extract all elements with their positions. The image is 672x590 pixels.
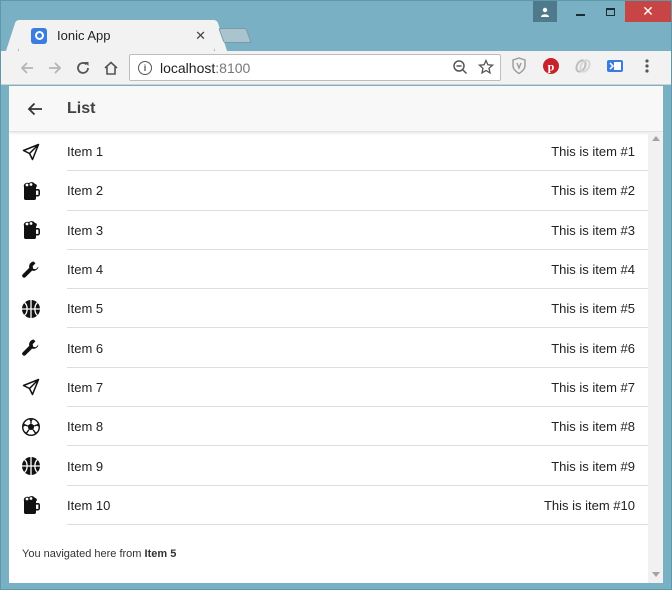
browser-toolbar: i localhost:8100 p	[1, 51, 671, 85]
football-icon	[21, 417, 41, 437]
list-item[interactable]: Item 4 This is item #4	[9, 250, 648, 290]
menu-kebab-icon[interactable]	[637, 56, 657, 76]
basketball-icon	[21, 299, 41, 319]
wrench-icon	[21, 260, 41, 280]
item-note: This is item #7	[551, 379, 635, 395]
item-label: Item 4	[67, 262, 104, 278]
item-note: This is item #3	[551, 222, 635, 238]
navigation-note: You navigated here from Item 5	[22, 548, 177, 560]
list-item[interactable]: Item 2 This is item #2	[9, 171, 648, 211]
basketball-icon	[21, 456, 41, 476]
item-label: Item 5	[67, 301, 104, 317]
paper-plane-icon	[21, 377, 41, 397]
item-label: Item 6	[67, 340, 104, 356]
page-viewport: List Item 1 This is item #1 Item 2 This is …	[9, 86, 663, 583]
item-label: Item 8	[67, 419, 104, 435]
profile-icon[interactable]	[533, 1, 557, 22]
new-tab-button[interactable]	[218, 28, 252, 43]
item-note: This is item #1	[551, 144, 635, 160]
forward-nav-button[interactable]	[41, 54, 69, 82]
item-note: This is item #6	[551, 340, 635, 356]
item-note: This is item #9	[551, 458, 635, 474]
list-item[interactable]: Item 6 This is item #6	[9, 328, 648, 368]
svg-text:p: p	[548, 60, 555, 74]
back-arrow-icon[interactable]	[15, 89, 55, 129]
url-text: localhost:8100	[160, 59, 251, 76]
list-item[interactable]: Item 1 This is item #1	[9, 132, 648, 172]
item-note: This is item #8	[551, 419, 635, 435]
zoom-icon[interactable]	[452, 59, 468, 80]
browser-tab[interactable]: Ionic App ✕	[19, 20, 214, 51]
close-window-button[interactable]: ✕	[625, 1, 671, 22]
list-item[interactable]: Item 7 This is item #7	[9, 368, 648, 408]
maximize-button[interactable]	[595, 1, 625, 22]
extension-icons: p	[509, 56, 657, 76]
home-button[interactable]	[97, 54, 125, 82]
list-item[interactable]: Item 10 This is item #10	[9, 486, 648, 525]
minimize-button[interactable]	[565, 1, 595, 22]
item-list: Item 1 This is item #1 Item 2 This is item …	[9, 132, 648, 525]
browser-window: ✕ Ionic App ✕ i localhost:8100 p List It…	[0, 0, 672, 590]
vertical-scrollbar[interactable]	[648, 132, 663, 583]
page-title: List	[67, 99, 96, 117]
scroll-down-arrow-icon[interactable]	[652, 572, 660, 577]
item-label: Item 1	[67, 144, 104, 160]
ionic-favicon-icon	[31, 27, 47, 44]
paper-plane-icon	[21, 142, 41, 162]
page-content: Item 1 This is item #1 Item 2 This is item …	[9, 132, 648, 583]
item-label: Item 2	[67, 183, 104, 199]
dev-extension-icon[interactable]	[605, 56, 625, 76]
tab-title: Ionic App	[57, 28, 111, 43]
list-item[interactable]: Item 5 This is item #5	[9, 289, 648, 329]
item-note: This is item #5	[551, 301, 635, 317]
list-item[interactable]: Item 3 This is item #3	[9, 211, 648, 250]
item-note: This is item #10	[543, 497, 635, 513]
item-label: Item 10	[67, 497, 111, 513]
address-bar[interactable]: i localhost:8100	[129, 54, 501, 81]
back-nav-button[interactable]	[13, 54, 41, 82]
item-note: This is item #4	[551, 262, 635, 278]
item-label: Item 3	[67, 222, 104, 238]
tab-close-icon[interactable]: ✕	[195, 28, 206, 44]
app-header: List	[9, 86, 663, 132]
bookmark-star-icon[interactable]	[477, 58, 495, 80]
item-label: Item 7	[67, 379, 104, 395]
reload-button[interactable]	[69, 54, 97, 82]
item-label: Item 9	[67, 458, 104, 474]
item-note: This is item #2	[551, 183, 635, 199]
item-divider	[67, 523, 648, 525]
beer-icon	[21, 220, 41, 240]
wrench-icon	[21, 338, 41, 358]
link-extension-icon[interactable]	[573, 56, 593, 76]
list-item[interactable]: Item 8 This is item #8	[9, 407, 648, 447]
beer-icon	[21, 181, 41, 201]
pinterest-icon[interactable]: p	[541, 56, 561, 76]
window-controls: ✕	[533, 1, 671, 22]
list-item[interactable]: Item 9 This is item #9	[9, 446, 648, 486]
shield-extension-icon[interactable]	[509, 56, 529, 76]
title-bar: ✕ Ionic App ✕	[1, 1, 671, 51]
site-info-icon[interactable]: i	[138, 60, 152, 75]
beer-icon	[21, 495, 41, 515]
scroll-up-arrow-icon[interactable]	[652, 136, 660, 141]
